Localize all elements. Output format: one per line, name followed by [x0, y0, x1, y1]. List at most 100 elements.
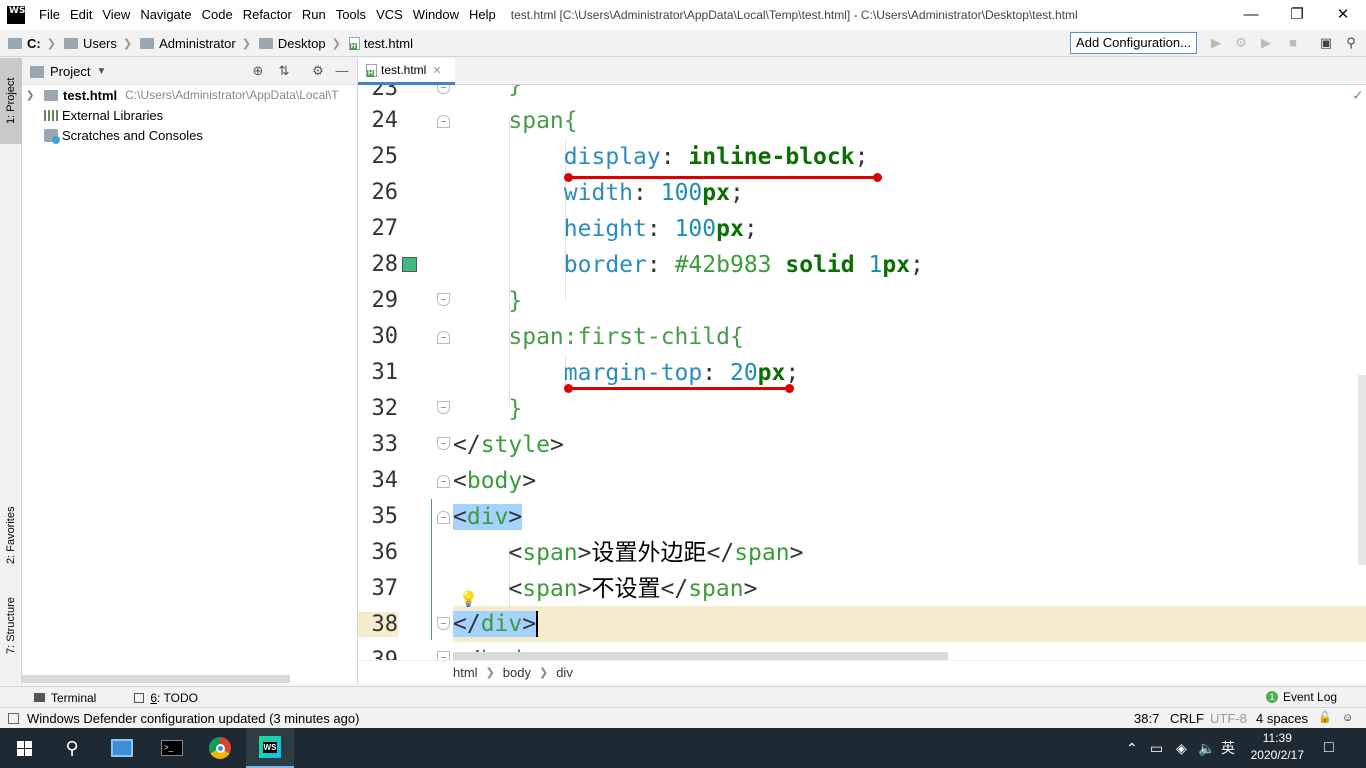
windows-start-icon[interactable]: [0, 728, 48, 768]
fold-icon[interactable]: [437, 475, 450, 488]
tree-item-external-libraries[interactable]: External Libraries: [44, 105, 163, 125]
todo-tab[interactable]: 6: TODO: [134, 691, 198, 705]
file-explorer-icon[interactable]: [98, 728, 146, 768]
nav-crumb-desktop[interactable]: Desktop ❯: [251, 36, 341, 51]
volume-icon[interactable]: 🔈: [1198, 728, 1215, 768]
code-line-36: <span>设置外边距</span>: [508, 540, 804, 566]
horizontal-scrollbar[interactable]: [22, 675, 290, 683]
line-number: 33: [371, 432, 399, 457]
event-log-tab[interactable]: 1 Event Log: [1266, 690, 1337, 704]
breadcrumb-div[interactable]: div: [556, 665, 573, 680]
menu-navigate[interactable]: Navigate: [135, 0, 196, 30]
nav-crumb-drive[interactable]: C: ❯: [0, 36, 56, 51]
line-number: 35: [371, 504, 399, 529]
line-number: 32: [371, 396, 399, 421]
coverage-icon[interactable]: ▶: [1258, 35, 1274, 51]
fold-icon[interactable]: [437, 651, 450, 660]
menu-file[interactable]: File: [34, 0, 65, 30]
terminal-app-icon[interactable]: >_: [148, 728, 196, 768]
menu-vcs[interactable]: VCS: [371, 0, 408, 30]
tab-favorites[interactable]: 2: Favorites: [0, 493, 22, 578]
editor-gutter: 23 24 25 26 27 28 29 30 31 32 33 34 35 3…: [358, 85, 478, 660]
fold-icon[interactable]: [437, 293, 450, 306]
fold-icon[interactable]: [437, 511, 450, 524]
restore-icon[interactable]: ❐: [1274, 0, 1320, 30]
line-number: 23: [371, 85, 399, 101]
wifi-icon[interactable]: ◈: [1176, 728, 1187, 768]
fold-icon[interactable]: [437, 617, 450, 630]
fold-icon[interactable]: [437, 437, 450, 450]
code-line-28: border: #42b983 solid 1px;: [563, 252, 924, 278]
color-swatch-icon[interactable]: [402, 257, 417, 272]
menu-window[interactable]: Window: [408, 0, 464, 30]
close-icon[interactable]: ✕: [1320, 0, 1366, 30]
bottom-tool-bar: Terminal 6: TODO 1 Event Log: [0, 686, 1366, 708]
menu-view[interactable]: View: [97, 0, 135, 30]
chevron-down-icon[interactable]: ▼: [96, 66, 106, 77]
tree-item-path: C:\Users\Administrator\AppData\Local\T: [125, 88, 339, 102]
checkmark-icon: ✓: [1352, 87, 1364, 103]
horizontal-scrollbar[interactable]: [453, 652, 948, 660]
system-clock[interactable]: 11:39 2020/2/17: [1251, 730, 1304, 764]
breadcrumb-body[interactable]: body: [503, 665, 531, 680]
menu-edit[interactable]: Edit: [65, 0, 97, 30]
fold-icon[interactable]: [437, 115, 450, 128]
ime-indicator[interactable]: 英: [1221, 728, 1235, 768]
hide-icon[interactable]: —: [334, 63, 350, 79]
stop-icon[interactable]: ■: [1285, 35, 1301, 51]
fold-icon[interactable]: [437, 331, 450, 344]
fold-icon[interactable]: [437, 401, 450, 414]
menu-refactor[interactable]: Refactor: [238, 0, 297, 30]
line-separator[interactable]: CRLF: [1170, 708, 1204, 729]
collapse-all-icon[interactable]: ⇅: [276, 63, 292, 79]
terminal-tab[interactable]: Terminal: [34, 691, 96, 705]
close-tab-icon[interactable]: ✕: [432, 64, 441, 77]
tree-item-test-html[interactable]: ❯ test.html C:\Users\Administrator\AppDa…: [22, 85, 357, 105]
folder-icon: [140, 37, 155, 49]
caret-position[interactable]: 38:7: [1134, 708, 1159, 729]
status-message[interactable]: Windows Defender configuration updated (…: [27, 711, 359, 726]
nav-crumb-file[interactable]: test.html: [341, 36, 413, 51]
battery-icon[interactable]: ▭: [1150, 728, 1163, 768]
project-title[interactable]: Project: [50, 64, 90, 79]
vertical-scrollbar[interactable]: [1358, 375, 1366, 565]
tab-project[interactable]: 1: Project: [0, 58, 22, 144]
tree-item-scratches[interactable]: Scratches and Consoles: [44, 125, 203, 145]
minimize-icon[interactable]: —: [1228, 0, 1274, 30]
nav-crumb-users[interactable]: Users ❯: [56, 36, 132, 51]
folder-icon: [63, 37, 78, 49]
menu-tools[interactable]: Tools: [331, 0, 371, 30]
chevron-right-icon[interactable]: ❯: [26, 90, 40, 101]
add-configuration-button[interactable]: Add Configuration...: [1070, 32, 1197, 54]
search-icon[interactable]: ⚲: [1343, 35, 1359, 51]
status-toggle-icon[interactable]: [8, 712, 19, 724]
menu-run[interactable]: Run: [297, 0, 331, 30]
gear-icon[interactable]: ⚙: [310, 63, 326, 79]
html-file-icon: [366, 63, 377, 77]
title-bar: WS File Edit View Navigate Code Refactor…: [0, 0, 1366, 30]
indent-setting[interactable]: 4 spaces: [1256, 708, 1308, 729]
code-line-34: <body>: [453, 468, 537, 494]
chevron-up-icon[interactable]: ⌃: [1126, 728, 1138, 768]
webstorm-app-icon[interactable]: WS: [246, 728, 294, 768]
code-editor[interactable]: 23 24 25 26 27 28 29 30 31 32 33 34 35 3…: [358, 85, 1366, 660]
search-icon[interactable]: ⚲: [48, 728, 96, 768]
chrome-icon[interactable]: [196, 728, 244, 768]
menu-help[interactable]: Help: [464, 0, 501, 30]
inspector-icon[interactable]: ☺: [1342, 708, 1353, 729]
code-line-38: </div>: [453, 611, 539, 637]
tab-structure[interactable]: 7: Structure: [0, 591, 22, 661]
line-number: 37: [371, 576, 399, 601]
breadcrumb-html[interactable]: html: [453, 665, 478, 680]
debug-icon[interactable]: ⚙: [1233, 35, 1249, 51]
fold-icon[interactable]: [437, 85, 450, 94]
locate-icon[interactable]: ⊕: [250, 63, 266, 79]
tab-test-html[interactable]: test.html ✕: [358, 58, 455, 85]
lock-icon[interactable]: 🔓: [1318, 708, 1332, 729]
notifications-icon[interactable]: □: [1324, 728, 1334, 768]
nav-crumb-administrator[interactable]: Administrator ❯: [132, 36, 251, 51]
project-structure-icon[interactable]: ▣: [1318, 35, 1334, 51]
run-icon[interactable]: ▶: [1208, 35, 1224, 51]
file-encoding[interactable]: UTF-8: [1210, 708, 1247, 729]
menu-code[interactable]: Code: [197, 0, 238, 30]
